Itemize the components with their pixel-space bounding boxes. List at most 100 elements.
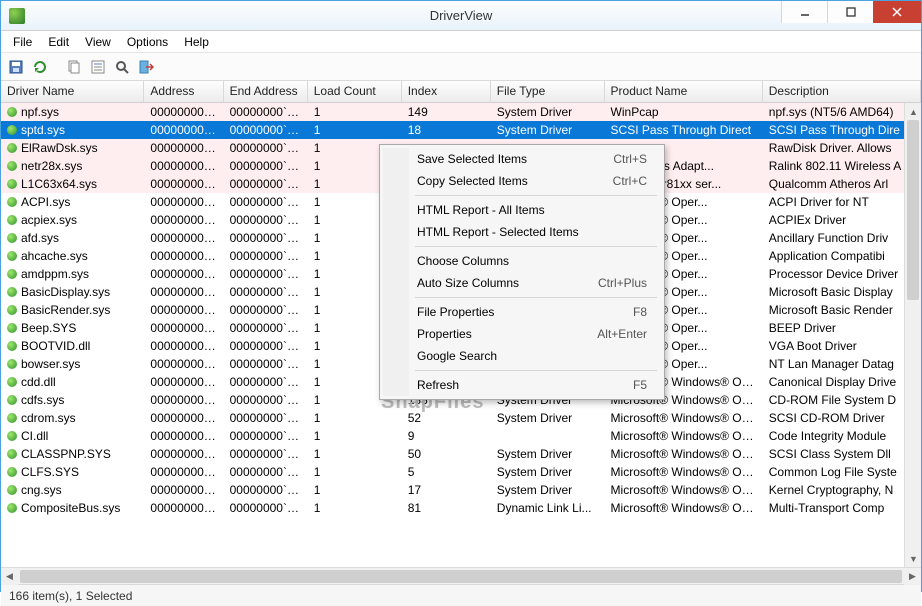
grid-cell — [491, 435, 605, 437]
vertical-scrollbar[interactable]: ▲ ▼ — [904, 103, 921, 567]
context-item-label: Google Search — [417, 349, 497, 363]
context-menu-item[interactable]: HTML Report - Selected Items — [383, 221, 661, 243]
grid-cell: Ralink 802.11 Wireless A — [763, 158, 921, 174]
grid-cell: 00000000`0... — [144, 374, 223, 390]
grid-cell: SCSI Pass Through Dire — [763, 122, 921, 138]
context-menu-item[interactable]: HTML Report - All Items — [383, 199, 661, 221]
table-row[interactable]: CI.dll00000000`0...00000000`0...19Micros… — [1, 427, 921, 445]
table-row[interactable]: sptd.sys00000000`0...00000000`0...118Sys… — [1, 121, 921, 139]
driver-name-cell: CLFS.SYS — [1, 464, 144, 480]
driver-status-icon — [7, 233, 17, 243]
grid-cell: 00000000`0... — [144, 464, 223, 480]
menu-help[interactable]: Help — [176, 33, 217, 51]
refresh-icon[interactable] — [31, 58, 49, 76]
driver-name-cell: npf.sys — [1, 104, 144, 120]
grid-cell: 00000000`0... — [224, 122, 308, 138]
context-menu-item[interactable]: Save Selected ItemsCtrl+S — [383, 148, 661, 170]
column-header[interactable]: Product Name — [605, 81, 763, 102]
grid-cell: 00000000`0... — [224, 176, 308, 192]
hscroll-thumb[interactable] — [20, 570, 902, 583]
grid-cell: 00000000`0... — [224, 464, 308, 480]
driver-status-icon — [7, 413, 17, 423]
driver-status-icon — [7, 323, 17, 333]
driver-status-icon — [7, 179, 17, 189]
exit-icon[interactable] — [137, 58, 155, 76]
grid-cell: 00000000`0... — [144, 446, 223, 462]
context-menu-item[interactable]: PropertiesAlt+Enter — [383, 323, 661, 345]
menu-edit[interactable]: Edit — [40, 33, 77, 51]
menu-file[interactable]: File — [5, 33, 40, 51]
driver-name-cell: netr28x.sys — [1, 158, 144, 174]
grid-cell: 1 — [308, 104, 402, 120]
horizontal-scrollbar[interactable]: ◀ ▶ — [1, 567, 921, 584]
scroll-left-arrow[interactable]: ◀ — [1, 568, 18, 585]
grid-cell: System Driver — [491, 482, 605, 498]
status-text: 166 item(s), 1 Selected — [9, 589, 132, 603]
vscroll-thumb[interactable] — [907, 120, 919, 300]
context-item-label: Copy Selected Items — [417, 174, 528, 188]
column-header[interactable]: Address — [144, 81, 223, 102]
table-row[interactable]: CLASSPNP.SYS00000000`0...00000000`0...15… — [1, 445, 921, 463]
grid-cell: 00000000`0... — [144, 500, 223, 516]
driver-name-cell: Beep.SYS — [1, 320, 144, 336]
column-header[interactable]: Index — [402, 81, 491, 102]
context-menu-item[interactable]: Copy Selected Items Ctrl+C — [383, 170, 661, 192]
driver-name-cell: cng.sys — [1, 482, 144, 498]
context-menu-item[interactable]: Google Search — [383, 345, 661, 367]
maximize-button[interactable] — [827, 1, 873, 23]
scroll-right-arrow[interactable]: ▶ — [904, 568, 921, 585]
grid-cell: Common Log File Syste — [763, 464, 921, 480]
grid-cell: 00000000`0... — [144, 104, 223, 120]
column-header[interactable]: Load Count — [308, 81, 402, 102]
driver-status-icon — [7, 305, 17, 315]
grid-cell: 1 — [308, 464, 402, 480]
grid-cell: System Driver — [491, 464, 605, 480]
column-header[interactable]: File Type — [491, 81, 605, 102]
table-row[interactable]: cdrom.sys00000000`0...00000000`0...152Sy… — [1, 409, 921, 427]
driver-name-cell: CI.dll — [1, 428, 144, 444]
grid-cell: Kernel Cryptography, N — [763, 482, 921, 498]
titlebar[interactable]: DriverView — [1, 1, 921, 31]
properties-icon[interactable] — [89, 58, 107, 76]
driver-name-cell: cdd.dll — [1, 374, 144, 390]
copy-icon[interactable] — [65, 58, 83, 76]
context-item-label: Save Selected Items — [417, 152, 527, 166]
grid-cell: 00000000`0... — [224, 410, 308, 426]
pointer: Ctrl+C — [613, 174, 647, 188]
context-item-label: Choose Columns — [417, 254, 509, 268]
grid-cell: SCSI Pass Through Direct — [605, 122, 763, 138]
context-menu-item[interactable]: Choose Columns — [383, 250, 661, 272]
grid-cell: Canonical Display Drive — [763, 374, 921, 390]
grid-cell: 00000000`0... — [224, 320, 308, 336]
close-button[interactable] — [873, 1, 921, 23]
grid-cell: 00000000`0... — [144, 266, 223, 282]
column-header[interactable]: Driver Name — [1, 81, 144, 102]
grid-cell: Microsoft® Windows® Oper... — [605, 428, 763, 444]
driver-status-icon — [7, 197, 17, 207]
grid-cell: 00000000`0... — [224, 266, 308, 282]
grid-cell: Microsoft® Windows® Oper... — [605, 500, 763, 516]
table-row[interactable]: CompositeBus.sys00000000`0...00000000`0.… — [1, 499, 921, 517]
table-row[interactable]: npf.sys00000000`0...00000000`0...1149Sys… — [1, 103, 921, 121]
column-header[interactable]: Description — [763, 81, 921, 102]
driver-status-icon — [7, 215, 17, 225]
grid-cell: 1 — [308, 500, 402, 516]
scroll-down-arrow[interactable]: ▼ — [905, 550, 921, 567]
driver-status-icon — [7, 161, 17, 171]
menu-options[interactable]: Options — [119, 33, 176, 51]
save-icon[interactable] — [7, 58, 25, 76]
toolbar — [1, 53, 921, 81]
menu-view[interactable]: View — [77, 33, 119, 51]
find-icon[interactable] — [113, 58, 131, 76]
grid-cell: System Driver — [491, 410, 605, 426]
grid-cell: 00000000`0... — [224, 482, 308, 498]
context-menu-item[interactable]: Auto Size ColumnsCtrl+Plus — [383, 272, 661, 294]
table-row[interactable]: cng.sys00000000`0...00000000`0...117Syst… — [1, 481, 921, 499]
table-row[interactable]: CLFS.SYS00000000`0...00000000`0...15Syst… — [1, 463, 921, 481]
grid-cell: 52 — [402, 410, 491, 426]
column-header[interactable]: End Address — [224, 81, 308, 102]
minimize-button[interactable] — [781, 1, 827, 23]
context-menu-item[interactable]: File PropertiesF8 — [383, 301, 661, 323]
scroll-up-arrow[interactable]: ▲ — [905, 103, 921, 120]
context-menu-item[interactable]: RefreshF5 — [383, 374, 661, 396]
